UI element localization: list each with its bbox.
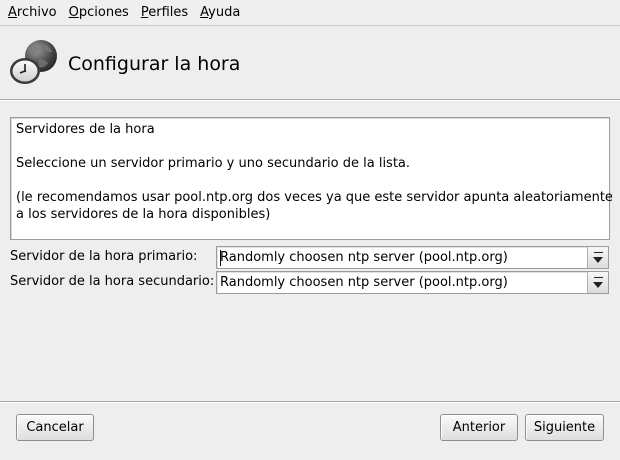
menu-archivo-label: rchivo	[16, 4, 57, 20]
page-title: Configurar la hora	[68, 53, 241, 75]
info-recommendation-line1: (le recomendamos usar pool.ntp.org dos v…	[16, 190, 613, 205]
previous-button[interactable]: Anterior	[440, 414, 518, 441]
menu-bar: Archivo Opciones Perfiles Ayuda	[0, 0, 620, 26]
text-cursor	[220, 250, 221, 266]
footer-separator	[0, 401, 620, 403]
menu-perfiles-label: erfiles	[148, 4, 189, 20]
chevron-down-icon	[593, 281, 603, 288]
clock-icon	[10, 40, 57, 84]
menu-ayuda-mnemonic: A	[200, 4, 209, 20]
menu-opciones-mnemonic: O	[68, 4, 79, 20]
info-instruction: Seleccione un servidor primario y uno se…	[16, 156, 411, 171]
next-button[interactable]: Siguiente	[525, 414, 604, 441]
primary-server-select[interactable]: Randomly choosen ntp server (pool.ntp.or…	[216, 246, 609, 269]
dropdown-bar-icon	[594, 252, 603, 253]
menu-opciones-label: pciones	[78, 4, 129, 20]
menu-archivo-mnemonic: A	[8, 4, 17, 20]
secondary-server-dropdown-button[interactable]	[587, 272, 608, 293]
info-heading: Servidores de la hora	[16, 122, 155, 137]
info-text-box[interactable]: Servidores de la hora Seleccione un serv…	[10, 117, 613, 240]
secondary-server-select[interactable]: Randomly choosen ntp server (pool.ntp.or…	[216, 271, 609, 294]
info-recommendation-line2: a los servidores de la hora disponibles)	[16, 207, 271, 222]
dropdown-bar-icon	[594, 277, 603, 278]
secondary-server-label: Servidor de la hora secundario:	[10, 274, 215, 289]
header-separator	[0, 99, 620, 101]
primary-server-dropdown-button[interactable]	[587, 247, 608, 268]
menu-archivo[interactable]: Archivo	[2, 0, 63, 26]
primary-server-value: Randomly choosen ntp server (pool.ntp.or…	[220, 250, 508, 265]
chevron-down-icon	[593, 256, 603, 263]
menu-ayuda[interactable]: Ayuda	[194, 0, 246, 26]
menu-opciones[interactable]: Opciones	[63, 0, 135, 26]
time-config-window: Archivo Opciones Perfiles Ayuda Configur…	[0, 0, 620, 460]
menu-perfiles[interactable]: Perfiles	[135, 0, 194, 26]
page-header: Configurar la hora	[0, 27, 620, 97]
menu-ayuda-label: yuda	[208, 4, 241, 20]
primary-server-label: Servidor de la hora primario:	[10, 249, 198, 264]
cancel-button[interactable]: Cancelar	[16, 414, 94, 441]
secondary-server-value: Randomly choosen ntp server (pool.ntp.or…	[220, 275, 508, 290]
